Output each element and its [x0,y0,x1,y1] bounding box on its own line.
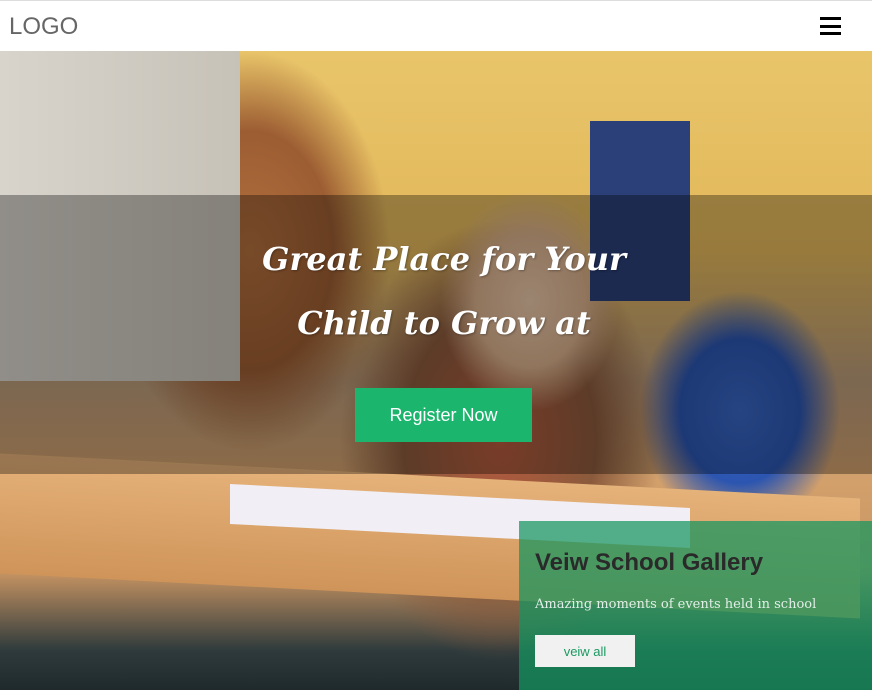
hamburger-icon[interactable] [820,17,841,35]
view-all-button[interactable]: veiw all [535,635,635,667]
headline-line-2: Child to Grow at [297,304,591,342]
gallery-card: Veiw School Gallery Amazing moments of e… [519,521,872,690]
register-now-button[interactable]: Register Now [355,388,532,442]
hero-section: Great Place for Your Child to Grow at Re… [0,51,872,690]
logo[interactable]: LOGO [9,13,78,41]
navbar: LOGO [0,0,872,51]
gallery-title: Veiw School Gallery [535,549,764,576]
hero-headline: Great Place for Your Child to Grow at [0,227,872,355]
headline-line-1: Great Place for Your [262,240,626,278]
gallery-subtitle: Amazing moments of events held in school [535,597,817,612]
